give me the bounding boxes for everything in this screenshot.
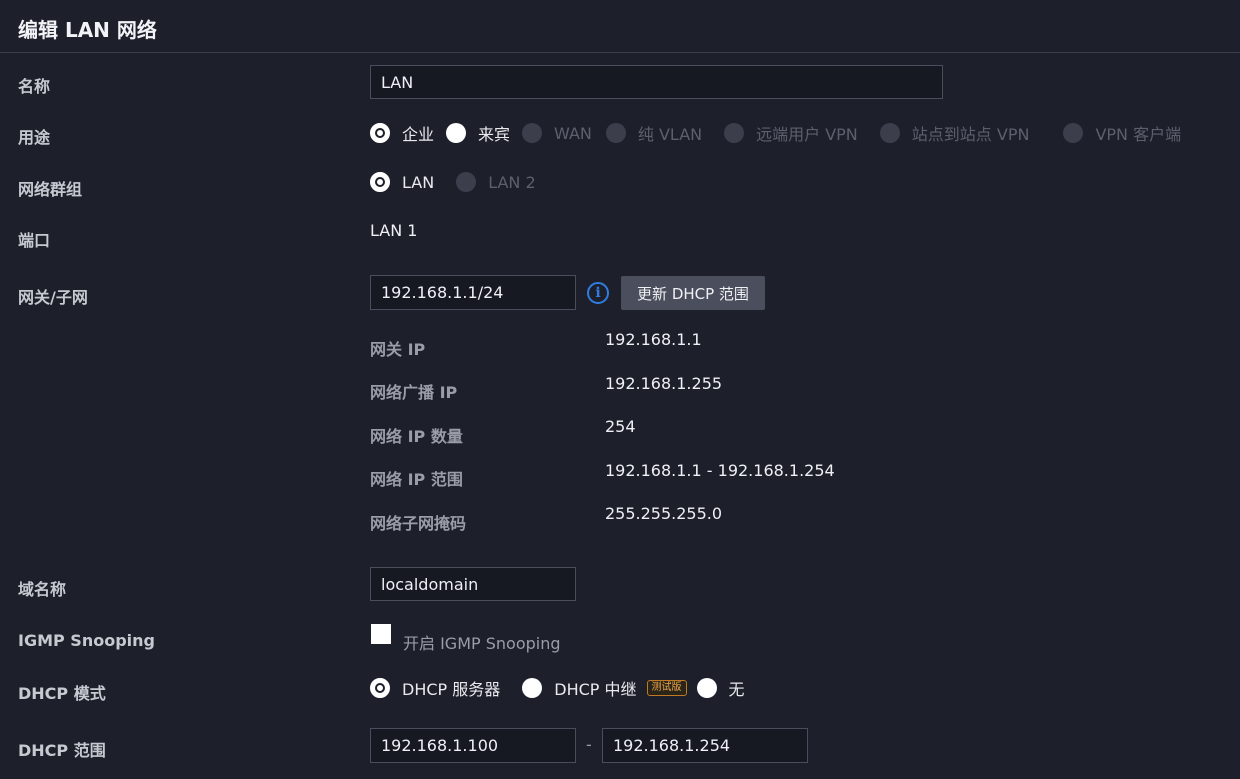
- dhcp-mode-option-server[interactable]: DHCP 服务器: [370, 676, 500, 700]
- radio-selected-icon: [370, 678, 390, 698]
- radio-disabled-icon: [724, 123, 745, 143]
- ip-range-value: 192.168.1.1 - 192.168.1.254: [605, 461, 835, 480]
- purpose-option-remote-vpn[interactable]: 远端用户 VPN: [724, 121, 858, 145]
- radio-unselected-icon: [522, 678, 543, 698]
- radio-selected-icon: [370, 172, 390, 192]
- port-label: 端口: [18, 231, 51, 250]
- update-dhcp-range-button[interactable]: 更新 DHCP 范围: [621, 276, 765, 310]
- ip-count-label: 网络 IP 数量: [370, 427, 463, 446]
- broadcast-ip-value: 192.168.1.255: [605, 374, 723, 393]
- radio-selected-icon: [370, 123, 390, 143]
- network-group-option-lan[interactable]: LAN: [370, 172, 434, 192]
- dhcp-range-end-input[interactable]: 192.168.1.254: [602, 728, 808, 763]
- port-value: LAN 1: [370, 221, 418, 240]
- purpose-option-enterprise[interactable]: 企业: [370, 121, 434, 145]
- gateway-subnet-input[interactable]: 192.168.1.1/24: [370, 275, 576, 310]
- purpose-radio-group: 企业 来宾 WAN 纯 VLAN 远端用户 VPN 站点到站点 VPN VPN …: [370, 121, 1181, 145]
- network-group-label: 网络群组: [18, 180, 83, 199]
- broadcast-ip-label: 网络广播 IP: [370, 383, 458, 402]
- purpose-option-vpn-client[interactable]: VPN 客户端: [1063, 121, 1181, 145]
- info-icon[interactable]: i: [587, 282, 609, 304]
- radio-disabled-icon: [879, 123, 900, 143]
- domain-name-input[interactable]: localdomain: [370, 567, 576, 601]
- purpose-option-wan[interactable]: WAN: [522, 123, 592, 143]
- radio-disabled-icon: [605, 123, 626, 143]
- dhcp-mode-option-none[interactable]: 无: [696, 676, 745, 700]
- network-group-radio-group: LAN LAN 2: [370, 172, 536, 192]
- name-input[interactable]: LAN: [370, 65, 943, 99]
- purpose-option-guest[interactable]: 来宾: [446, 121, 510, 145]
- dhcp-range-separator: -: [586, 735, 592, 754]
- subnet-mask-value: 255.255.255.0: [605, 504, 723, 523]
- gateway-subnet-label: 网关/子网: [18, 288, 88, 307]
- name-label: 名称: [18, 77, 51, 96]
- dhcp-mode-label: DHCP 模式: [18, 684, 106, 703]
- purpose-option-vlan-only[interactable]: 纯 VLAN: [605, 121, 702, 145]
- radio-disabled-icon: [1063, 123, 1084, 143]
- dhcp-range-start-input[interactable]: 192.168.1.100: [370, 728, 576, 763]
- gateway-ip-value: 192.168.1.1: [605, 330, 702, 349]
- domain-name-label: 域名称: [18, 580, 67, 599]
- ip-range-label: 网络 IP 范围: [370, 470, 463, 489]
- radio-unselected-icon: [696, 678, 717, 698]
- network-group-option-lan2[interactable]: LAN 2: [456, 172, 536, 192]
- radio-disabled-icon: [522, 123, 543, 143]
- title-divider: [0, 52, 1240, 53]
- dhcp-range-label: DHCP 范围: [18, 741, 106, 760]
- gateway-ip-label: 网关 IP: [370, 340, 426, 359]
- purpose-label: 用途: [18, 128, 51, 147]
- dhcp-mode-radio-group: DHCP 服务器 DHCP 中继 测试版 无: [370, 676, 745, 700]
- radio-disabled-icon: [456, 172, 477, 192]
- page-title: 编辑 LAN 网络: [18, 18, 157, 42]
- ip-count-value: 254: [605, 417, 636, 436]
- purpose-option-site-vpn[interactable]: 站点到站点 VPN: [879, 121, 1029, 145]
- igmp-snooping-checkbox[interactable]: [371, 624, 391, 644]
- beta-badge: 测试版: [646, 680, 687, 696]
- radio-unselected-icon: [446, 123, 467, 143]
- igmp-snooping-checkbox-label: 开启 IGMP Snooping: [403, 634, 561, 653]
- subnet-mask-label: 网络子网掩码: [370, 514, 467, 533]
- dhcp-mode-option-relay[interactable]: DHCP 中继 测试版: [522, 676, 687, 700]
- igmp-snooping-label: IGMP Snooping: [18, 631, 155, 650]
